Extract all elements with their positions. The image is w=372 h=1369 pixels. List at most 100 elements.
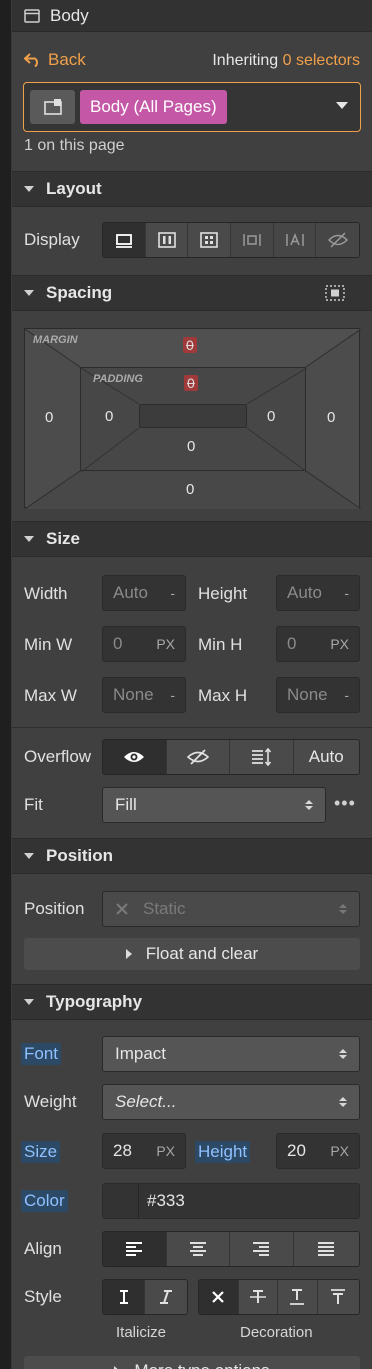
section-spacing-header[interactable]: Spacing: [12, 275, 372, 311]
font-size-unit[interactable]: PX: [156, 1143, 175, 1159]
expand-triangle-icon: [125, 949, 132, 959]
align-left-button[interactable]: [103, 1232, 167, 1266]
collapse-triangle-icon: [24, 999, 34, 1005]
min-width-input[interactable]: 0 PX: [102, 626, 186, 662]
back-button[interactable]: Back: [24, 50, 86, 70]
decoration-none-button[interactable]: [199, 1280, 239, 1314]
inheriting-label: Inheriting: [212, 52, 279, 69]
font-size-input[interactable]: 28 PX: [102, 1133, 186, 1169]
display-inline-block-button[interactable]: [231, 223, 274, 257]
section-layout-header[interactable]: Layout: [12, 171, 372, 207]
fit-select[interactable]: Fill: [102, 787, 326, 823]
strikethrough-icon: [249, 1290, 266, 1303]
left-toolbar-edge: [0, 0, 12, 1369]
height-value: Auto: [287, 583, 322, 602]
align-right-button[interactable]: [230, 1232, 294, 1266]
display-grid-button[interactable]: [188, 223, 232, 257]
selector-tag[interactable]: Body (All Pages): [80, 90, 227, 124]
display-block-button[interactable]: [103, 223, 146, 257]
height-unit[interactable]: -: [344, 585, 349, 601]
min-height-input[interactable]: 0 PX: [276, 626, 360, 662]
italic-icon: [160, 1290, 172, 1304]
underline-button[interactable]: [278, 1280, 318, 1314]
max-width-label: Max W: [24, 686, 77, 705]
text-regular-icon: [119, 1290, 128, 1304]
selector-field[interactable]: Body (All Pages): [23, 82, 361, 132]
font-select[interactable]: Impact: [102, 1036, 360, 1072]
height-input[interactable]: Auto -: [276, 575, 360, 611]
padding-left-value[interactable]: 0: [105, 408, 113, 425]
italicize-button[interactable]: [145, 1280, 187, 1314]
display-none-button[interactable]: [316, 223, 359, 257]
inheriting-selectors-link[interactable]: 0 selectors: [283, 52, 360, 69]
margin-top-value[interactable]: 0: [183, 337, 197, 353]
select-arrows-icon: [339, 1097, 347, 1107]
section-typography-title: Typography: [46, 992, 143, 1011]
max-height-unit[interactable]: -: [344, 687, 349, 703]
overflow-hidden-button[interactable]: [167, 740, 230, 774]
overline-button[interactable]: [318, 1280, 359, 1314]
position-select[interactable]: Static: [102, 891, 360, 927]
max-height-input[interactable]: None -: [276, 677, 360, 713]
margin-bottom-value[interactable]: 0: [186, 481, 194, 498]
chevron-down-icon[interactable]: [336, 102, 348, 109]
align-button-group: [102, 1231, 360, 1267]
flex-icon: [157, 232, 176, 248]
more-type-options-toggle[interactable]: More type options: [24, 1356, 360, 1369]
width-unit[interactable]: -: [170, 585, 175, 601]
select-arrows-icon: [339, 1049, 347, 1059]
overflow-visible-button[interactable]: [103, 740, 167, 774]
min-width-unit[interactable]: PX: [156, 636, 175, 652]
selector-type-button[interactable]: [30, 90, 75, 124]
section-position-header[interactable]: Position: [12, 838, 372, 874]
strikethrough-button[interactable]: [239, 1280, 279, 1314]
style-label: Style: [24, 1287, 62, 1306]
more-options-icon[interactable]: •••: [334, 794, 356, 812]
max-width-input[interactable]: None -: [102, 677, 186, 713]
line-height-input[interactable]: 20 PX: [276, 1133, 360, 1169]
align-justify-button[interactable]: [294, 1232, 359, 1266]
padding-bottom-value[interactable]: 0: [187, 438, 195, 455]
color-swatch[interactable]: [103, 1184, 139, 1218]
float-and-clear-label: Float and clear: [145, 944, 259, 963]
float-and-clear-toggle[interactable]: Float and clear: [24, 938, 360, 970]
overflow-auto-button[interactable]: Auto: [294, 740, 359, 774]
italicize-caption: Italicize: [116, 1324, 167, 1341]
spacing-preset-icon[interactable]: [324, 284, 346, 302]
color-input[interactable]: #333: [102, 1183, 360, 1219]
min-height-unit[interactable]: PX: [330, 636, 349, 652]
display-flex-button[interactable]: [146, 223, 189, 257]
section-typography-header[interactable]: Typography: [12, 984, 372, 1020]
min-width-label: Min W: [24, 635, 73, 654]
line-height-unit[interactable]: PX: [330, 1143, 349, 1159]
overline-icon: [331, 1289, 346, 1304]
margin-right-value[interactable]: 0: [327, 409, 335, 426]
italic-off-button[interactable]: [103, 1280, 146, 1314]
section-spacing-title: Spacing: [46, 283, 113, 302]
padding-top-value[interactable]: 0: [184, 375, 198, 391]
min-height-value: 0: [287, 634, 297, 653]
display-inline-button[interactable]: [273, 223, 317, 257]
select-arrows-icon: [305, 800, 313, 810]
position-label: Position: [24, 899, 85, 918]
max-width-value: None: [113, 685, 154, 704]
min-height-label: Min H: [198, 635, 243, 654]
collapse-triangle-icon: [24, 536, 34, 542]
select-arrows-icon: [339, 904, 347, 914]
max-width-unit[interactable]: -: [170, 687, 175, 703]
color-label: Color: [21, 1190, 68, 1212]
overflow-scroll-button[interactable]: [230, 740, 294, 774]
scroll-icon: [252, 747, 272, 767]
inline-block-icon: [243, 234, 261, 246]
margin-left-value[interactable]: 0: [45, 409, 53, 426]
window-icon: [24, 8, 40, 23]
padding-right-value[interactable]: 0: [267, 408, 275, 425]
line-height-value: 20: [287, 1141, 306, 1160]
section-size-header[interactable]: Size: [12, 521, 372, 557]
collapse-triangle-icon: [24, 853, 34, 859]
weight-select[interactable]: Select...: [102, 1084, 360, 1120]
min-width-value: 0: [113, 634, 123, 653]
align-center-button[interactable]: [167, 1232, 230, 1266]
fit-value: Fill: [115, 795, 137, 814]
width-input[interactable]: Auto -: [102, 575, 186, 611]
